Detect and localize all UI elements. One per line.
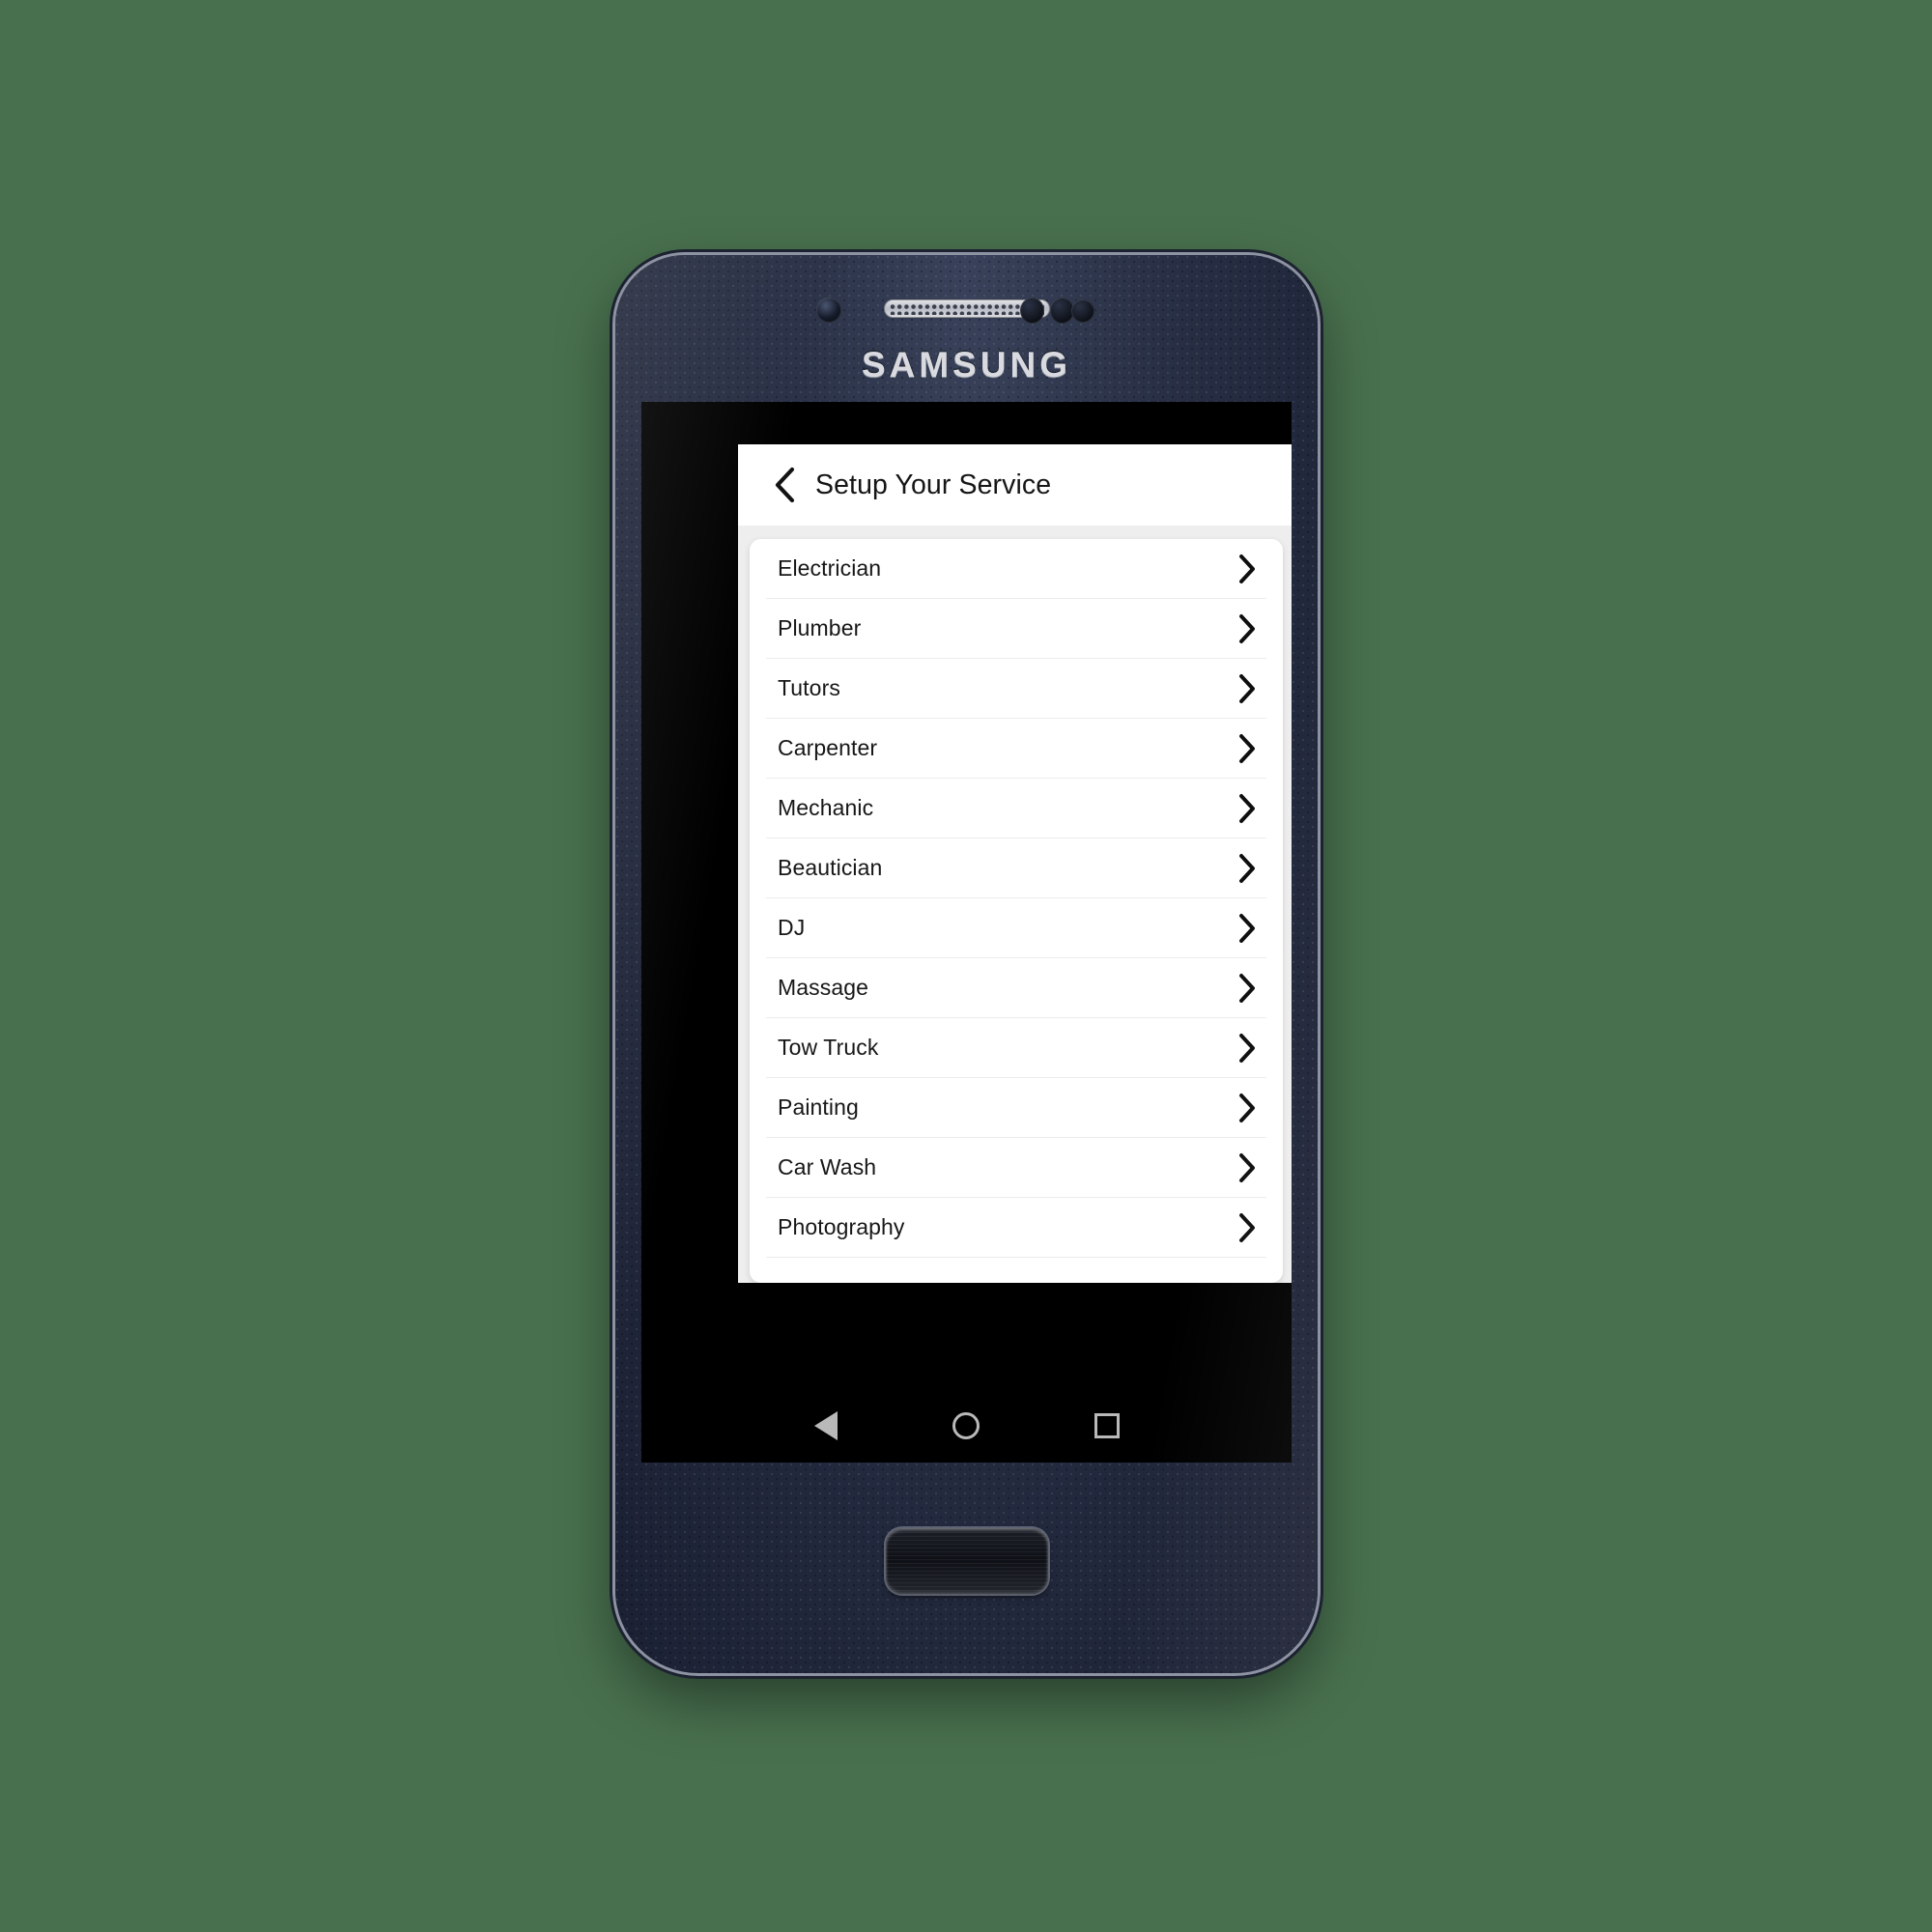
home-circle-icon (952, 1412, 980, 1439)
service-row-label: Electrician (778, 555, 882, 581)
service-row[interactable]: Massage (750, 958, 1283, 1017)
row-divider (766, 1257, 1266, 1258)
service-row[interactable]: Photography (750, 1198, 1283, 1257)
chevron-right-icon (1239, 1033, 1255, 1063)
nav-recents-button[interactable] (1081, 1400, 1133, 1452)
chevron-right-icon (1239, 913, 1255, 943)
service-row-label: Car Wash (778, 1154, 877, 1179)
nav-back-button[interactable] (800, 1400, 852, 1452)
service-row-label: Mechanic (778, 795, 874, 820)
secondary-sensor (1071, 299, 1094, 323)
recents-square-icon (1094, 1413, 1121, 1438)
front-camera (816, 298, 841, 323)
service-row-label: Painting (778, 1094, 859, 1120)
phone-screen: Setup Your Service Electrician Plumber Tut… (641, 402, 1292, 1463)
chevron-right-icon (1239, 733, 1255, 763)
app-header: Setup Your Service (738, 444, 1292, 526)
service-list-card: Electrician Plumber Tutors Carpenter Mechani… (750, 539, 1283, 1283)
chevron-right-icon (1239, 554, 1255, 583)
proximity-sensor (1020, 298, 1044, 324)
home-button-texture (885, 1528, 1048, 1594)
chevron-right-icon (1239, 1212, 1255, 1242)
service-row[interactable]: Painting (750, 1078, 1283, 1137)
service-row-label: Tow Truck (778, 1035, 879, 1060)
service-row[interactable]: Tutors (750, 659, 1283, 718)
service-row-label: Beautician (778, 855, 883, 880)
chevron-right-icon (1239, 1152, 1255, 1182)
chevron-right-icon (1239, 853, 1255, 883)
app-viewport: Setup Your Service Electrician Plumber Tut… (738, 444, 1292, 1283)
service-row[interactable]: DJ (750, 898, 1283, 957)
nav-home-button[interactable] (940, 1400, 992, 1452)
chevron-left-icon (775, 467, 795, 503)
samsung-brand-logo: SAMSUNG (861, 345, 1072, 384)
chevron-right-icon (1239, 1093, 1255, 1122)
service-row-label: Tutors (778, 675, 840, 700)
service-row[interactable]: Mechanic (750, 779, 1283, 838)
page-title: Setup Your Service (815, 469, 1052, 500)
service-row[interactable]: Car Wash (750, 1138, 1283, 1197)
chevron-right-icon (1239, 673, 1255, 703)
service-list-scroll[interactable]: Electrician Plumber Tutors Carpenter Mechani… (738, 526, 1292, 1283)
service-row[interactable]: Plumber (750, 599, 1283, 658)
service-row-label: Plumber (778, 615, 862, 640)
service-row-label: Massage (778, 975, 869, 1000)
android-navigation-bar (641, 1389, 1292, 1463)
service-row[interactable]: Beautician (750, 838, 1283, 897)
chevron-right-icon (1239, 613, 1255, 643)
physical-home-button[interactable] (885, 1528, 1048, 1594)
back-button[interactable] (763, 464, 806, 506)
service-row-label: Carpenter (778, 735, 878, 760)
phone-device: SAMSUNG Setup Your Service Electrician Pl… (615, 255, 1318, 1673)
back-triangle-icon (813, 1411, 838, 1440)
service-row-label: DJ (778, 915, 806, 940)
service-row[interactable]: Carpenter (750, 719, 1283, 778)
service-row[interactable]: Tow Truck (750, 1018, 1283, 1077)
service-row[interactable]: Electrician (750, 539, 1283, 598)
chevron-right-icon (1239, 793, 1255, 823)
chevron-right-icon (1239, 973, 1255, 1003)
service-row-label: Photography (778, 1214, 905, 1239)
